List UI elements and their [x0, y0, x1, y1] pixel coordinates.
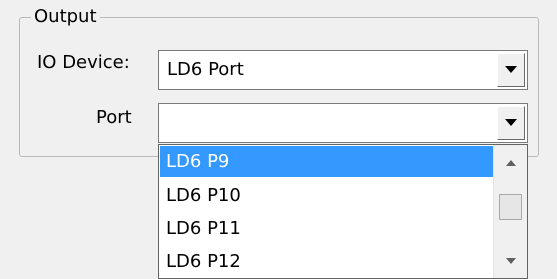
port-dropdown-button[interactable]	[497, 106, 525, 140]
dropdown-scrollbar[interactable]	[493, 145, 527, 278]
scroll-down-arrow-icon	[505, 258, 516, 264]
chevron-down-icon	[505, 66, 517, 73]
io-device-dropdown-button[interactable]	[497, 53, 525, 87]
dropdown-option-ld6-p9[interactable]: LD6 P9	[160, 146, 493, 177]
chevron-down-icon	[505, 119, 517, 126]
io-device-combobox[interactable]: LD6 Port	[158, 50, 528, 90]
io-device-value: LD6 Port	[167, 59, 244, 80]
scroll-down-button[interactable]	[494, 246, 527, 276]
dropdown-option-ld6-p10[interactable]: LD6 P10	[160, 180, 493, 211]
dropdown-option-ld6-p12[interactable]: LD6 P12	[160, 246, 493, 277]
scrollbar-thumb[interactable]	[499, 194, 522, 220]
output-group-title: Output	[31, 5, 100, 29]
scroll-up-button[interactable]	[494, 148, 527, 178]
scroll-up-arrow-icon	[505, 160, 516, 166]
port-combobox[interactable]	[158, 103, 528, 143]
port-dropdown-list[interactable]: LD6 P9 LD6 P10 LD6 P11 LD6 P12	[158, 144, 528, 279]
port-label: Port	[96, 107, 132, 128]
io-device-label: IO Device:	[37, 52, 130, 73]
dropdown-option-ld6-p11[interactable]: LD6 P11	[160, 213, 493, 244]
